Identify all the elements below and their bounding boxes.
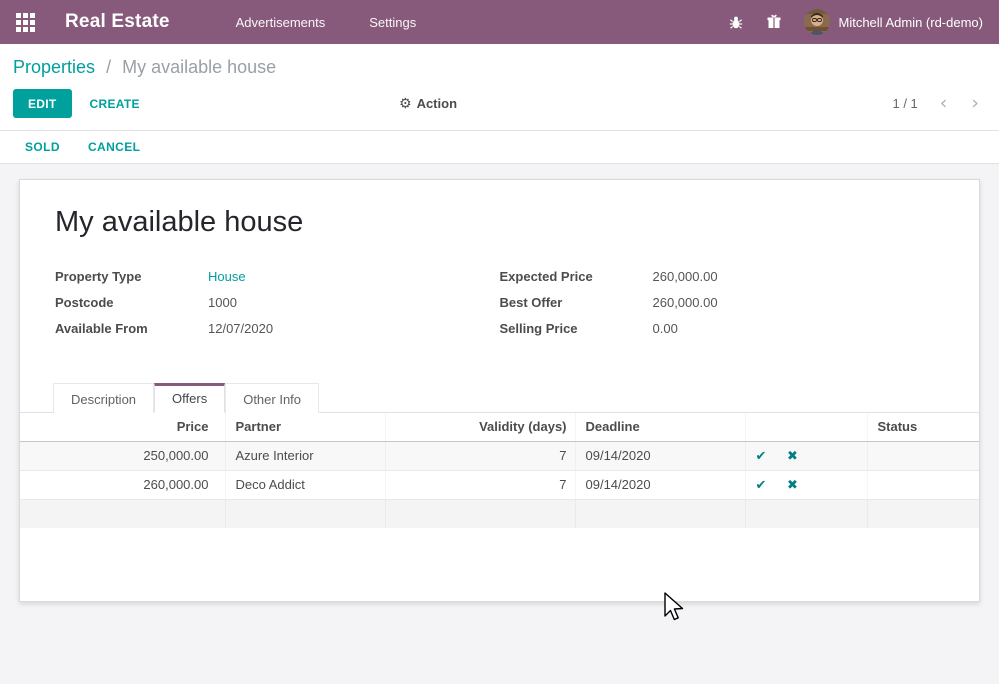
form-sheet: My available house Property Type House P… xyxy=(19,179,980,602)
offer-deadline[interactable]: 09/14/2020 xyxy=(575,470,745,499)
tab-description[interactable]: Description xyxy=(53,383,154,413)
content-area: My available house Property Type House P… xyxy=(0,164,999,602)
best-offer-label: Best Offer xyxy=(500,295,653,310)
create-button[interactable]: CREATE xyxy=(90,97,140,111)
sold-button[interactable]: SOLD xyxy=(25,140,60,154)
offer-price[interactable]: 250,000.00 xyxy=(20,441,225,470)
property-type-value[interactable]: House xyxy=(208,269,246,284)
gear-icon: ⚙ xyxy=(399,96,412,112)
offer-partner[interactable]: Deco Addict xyxy=(225,470,385,499)
navbar-menus: Advertisements Settings xyxy=(226,9,427,36)
column-header-status[interactable]: Status xyxy=(867,413,979,441)
breadcrumb-properties-link[interactable]: Properties xyxy=(13,57,95,77)
column-header-price[interactable]: Price xyxy=(20,413,225,441)
property-type-label: Property Type xyxy=(55,269,208,284)
offer-row-azure-interior[interactable]: 250,000.00 Azure Interior 7 09/14/2020 ✔… xyxy=(20,441,979,470)
offer-actions: ✔ ✖ xyxy=(745,441,867,470)
user-avatar xyxy=(804,9,830,35)
offer-status xyxy=(867,441,979,470)
offer-validity[interactable]: 7 xyxy=(385,470,575,499)
cancel-button[interactable]: CANCEL xyxy=(88,140,140,154)
available-from-value: 12/07/2020 xyxy=(208,321,273,336)
offer-status xyxy=(867,470,979,499)
property-title: My available house xyxy=(55,206,944,239)
offer-price[interactable]: 260,000.00 xyxy=(20,470,225,499)
user-name: Mitchell Admin (rd-demo) xyxy=(839,15,984,30)
pager-previous-icon[interactable]: ‹ xyxy=(940,94,948,113)
breadcrumb-separator: / xyxy=(106,57,111,77)
apps-menu-icon[interactable] xyxy=(16,13,35,32)
column-header-partner[interactable]: Partner xyxy=(225,413,385,441)
notebook: Description Offers Other Info Price Part… xyxy=(20,383,979,528)
control-panel: Properties / My available house EDIT CRE… xyxy=(0,44,999,131)
breadcrumb: Properties / My available house xyxy=(13,57,983,78)
offer-actions: ✔ ✖ xyxy=(745,470,867,499)
postcode-value: 1000 xyxy=(208,295,237,310)
action-label: Action xyxy=(417,96,457,111)
accept-offer-icon[interactable]: ✔ xyxy=(756,449,767,464)
statusbar: SOLD CANCEL xyxy=(0,131,999,164)
pager: 1 / 1 ‹ › xyxy=(892,94,979,113)
offer-deadline[interactable]: 09/14/2020 xyxy=(575,441,745,470)
edit-button[interactable]: EDIT xyxy=(13,89,72,118)
action-menu[interactable]: ⚙ Action xyxy=(399,96,457,112)
field-groups: Property Type House Postcode 1000 Availa… xyxy=(55,269,944,347)
refuse-offer-icon[interactable]: ✖ xyxy=(787,478,798,493)
offer-validity[interactable]: 7 xyxy=(385,441,575,470)
best-offer-value: 260,000.00 xyxy=(653,295,718,310)
tab-strip: Description Offers Other Info xyxy=(20,383,979,413)
control-panel-buttons: EDIT CREATE ⚙ Action 1 / 1 ‹ › xyxy=(13,89,983,118)
selling-price-value: 0.00 xyxy=(653,321,678,336)
offer-row-deco-addict[interactable]: 260,000.00 Deco Addict 7 09/14/2020 ✔ ✖ xyxy=(20,470,979,499)
pager-value: 1 / 1 xyxy=(892,96,917,111)
gift-icon[interactable] xyxy=(766,14,783,31)
refuse-offer-icon[interactable]: ✖ xyxy=(787,449,798,464)
column-header-deadline[interactable]: Deadline xyxy=(575,413,745,441)
column-header-validity[interactable]: Validity (days) xyxy=(385,413,575,441)
menu-settings[interactable]: Settings xyxy=(359,9,426,36)
menu-advertisements[interactable]: Advertisements xyxy=(226,9,336,36)
expected-price-value: 260,000.00 xyxy=(653,269,718,284)
field-column-right: Expected Price 260,000.00 Best Offer 260… xyxy=(500,269,945,347)
navbar-right: Mitchell Admin (rd-demo) xyxy=(728,9,984,35)
postcode-label: Postcode xyxy=(55,295,208,310)
accept-offer-icon[interactable]: ✔ xyxy=(756,478,767,493)
tab-other-info[interactable]: Other Info xyxy=(225,383,319,413)
app-title: Real Estate xyxy=(65,11,170,33)
pager-next-icon[interactable]: › xyxy=(971,94,979,113)
user-menu[interactable]: Mitchell Admin (rd-demo) xyxy=(804,9,984,35)
top-navbar: Real Estate Advertisements Settings xyxy=(0,0,999,44)
offer-partner[interactable]: Azure Interior xyxy=(225,441,385,470)
offers-table-header-row: Price Partner Validity (days) Deadline S… xyxy=(20,413,979,441)
debug-bug-icon[interactable] xyxy=(728,14,745,31)
offers-table: Price Partner Validity (days) Deadline S… xyxy=(20,413,979,528)
tab-offers[interactable]: Offers xyxy=(154,383,225,413)
selling-price-label: Selling Price xyxy=(500,321,653,336)
expected-price-label: Expected Price xyxy=(500,269,653,284)
column-header-actions xyxy=(745,413,867,441)
empty-row xyxy=(20,499,979,528)
available-from-label: Available From xyxy=(55,321,208,336)
field-column-left: Property Type House Postcode 1000 Availa… xyxy=(55,269,500,347)
breadcrumb-current: My available house xyxy=(122,57,276,77)
